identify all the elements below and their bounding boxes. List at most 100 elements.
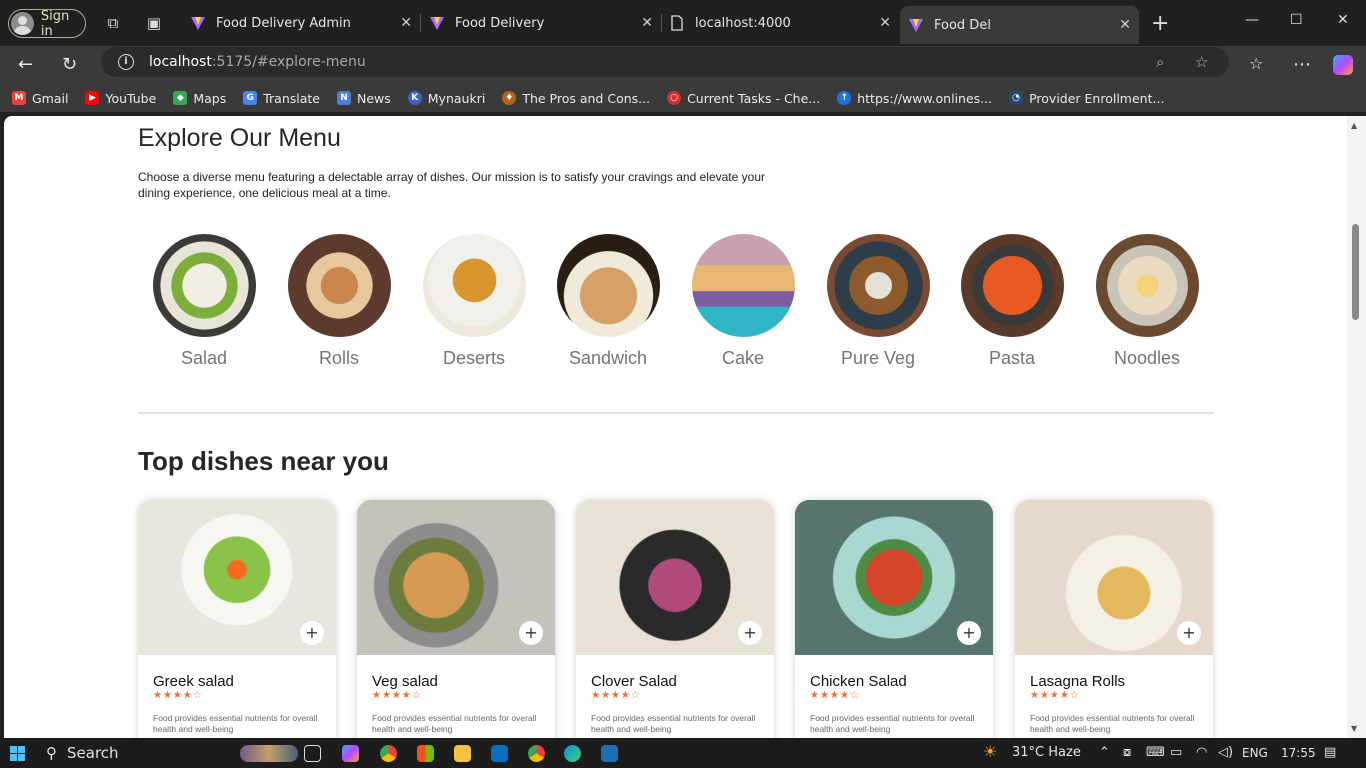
bookmark-current-tasks[interactable]: ○ Current Tasks - Che... [667,91,820,106]
page-document-icon [671,15,683,31]
chrome-profile-icon[interactable] [528,745,545,762]
food-description: Food provides essential nutrients for ov… [372,713,537,734]
food-card-clover-salad[interactable]: + Clover Salad ★★★★☆ Food provides essen… [576,500,774,738]
back-arrow-icon[interactable]: ← [18,54,33,75]
menu-category-rolls[interactable]: Rolls [287,234,391,369]
copilot-taskbar-icon[interactable] [342,745,359,762]
menu-category-pasta[interactable]: Pasta [960,234,1064,369]
category-label: Salad [180,348,228,368]
chrome-icon[interactable] [380,745,397,762]
add-to-cart-icon[interactable]: + [1177,621,1201,645]
food-card-lasagna-rolls[interactable]: + Lasagna Rolls ★★★★☆ Food provides esse… [1015,500,1213,738]
windows-start-icon[interactable] [10,746,25,761]
close-window-icon[interactable]: ✕ [1337,12,1349,28]
rating-stars: ★★★★☆ [810,690,860,701]
minimize-icon[interactable]: — [1245,12,1259,28]
food-name: Chicken Salad [810,673,907,690]
scroll-down-arrow-icon[interactable]: ▼ [1351,724,1357,733]
tab-food-delivery-admin[interactable]: Food Delivery Admin ✕ [182,8,421,38]
bookmark-mynaukri[interactable]: K Mynaukri [407,91,485,106]
tab-food-delivery[interactable]: Food Delivery ✕ [421,8,662,38]
bookmark-translate[interactable]: G Translate [243,91,320,106]
battery-icon[interactable]: ▭ [1170,745,1182,760]
food-card-chicken-salad[interactable]: + Chicken Salad ★★★★☆ Food provides esse… [795,500,993,738]
zoom-icon[interactable]: ⌕ [1156,53,1164,71]
food-card-greek-salad[interactable]: + Greek salad ★★★★☆ Food provides essent… [138,500,336,738]
tray-chevron-up-icon[interactable]: ⌃ [1099,745,1110,760]
widgets-search-highlight-icon[interactable] [240,745,298,762]
site-info-icon[interactable]: i [118,54,134,70]
greek-salad-image: + [138,500,336,655]
flame-icon: ♦ [502,91,517,105]
vscode-icon[interactable] [601,745,618,762]
add-to-cart-icon[interactable]: + [957,621,981,645]
task-view-icon[interactable] [304,745,321,762]
bookmark-maps[interactable]: ◆ Maps [173,91,226,106]
mail-icon[interactable] [491,745,508,762]
taskbar-search[interactable]: ⚲ Search [46,744,119,762]
add-to-cart-icon[interactable]: + [738,621,762,645]
menu-category-deserts[interactable]: Deserts [422,234,526,369]
sign-in-button[interactable]: Sign in [8,8,86,39]
microsoft-store-icon[interactable] [417,745,434,762]
tray-app-icon[interactable]: ⧇ [1123,745,1131,760]
tab-title: Food Delivery [455,15,545,31]
bookmark-onlines[interactable]: ↑ https://www.onlines... [837,91,992,106]
page-scrollbar[interactable]: ▲ ▼ [1347,116,1366,738]
edge-icon[interactable] [564,745,581,762]
language-indicator[interactable]: ENG [1242,746,1268,760]
settings-more-icon[interactable]: ⋯ [1293,54,1311,75]
tray-usb-icon[interactable]: ⌨ [1146,745,1165,760]
bookmark-youtube[interactable]: ▶ YouTube [85,91,156,106]
bookmark-label: https://www.onlines... [857,90,993,106]
category-label: Deserts [442,348,505,368]
weather-text[interactable]: 31°C Haze [1012,745,1081,760]
clock[interactable]: 17:55 [1281,746,1316,760]
close-tab-icon[interactable]: ✕ [400,15,412,31]
vite-favicon-icon [430,17,444,30]
menu-category-sandwich[interactable]: Sandwich [556,234,660,369]
menu-category-noodles[interactable]: Noodles [1095,234,1199,369]
cake-image [691,234,795,337]
food-description: Food provides essential nutrients for ov… [1030,713,1195,734]
new-tab-button[interactable]: + [1151,11,1169,36]
food-card-veg-salad[interactable]: + Veg salad ★★★★☆ Food provides essentia… [357,500,555,738]
bookmark-gmail[interactable]: M Gmail [12,91,68,106]
favorites-icon[interactable]: ☆ [1249,54,1263,73]
tab-food-del-active[interactable]: Food Del ✕ [900,6,1139,44]
sign-in-label: Sign in [40,8,70,39]
food-name: Lasagna Rolls [1030,673,1126,690]
add-to-cart-icon[interactable]: + [300,621,324,645]
favorite-star-icon[interactable]: ☆ [1195,53,1208,71]
wifi-icon[interactable]: ◠ [1196,745,1207,760]
close-tab-icon[interactable]: ✕ [879,15,891,31]
weather-icon[interactable]: ☀ [983,742,997,761]
menu-category-cake[interactable]: Cake [691,234,795,369]
close-tab-icon[interactable]: ✕ [641,15,653,31]
workspaces-icon[interactable]: ⧉ [104,14,122,32]
maximize-icon[interactable]: ☐ [1290,12,1303,28]
bookmark-pros-cons[interactable]: ♦ The Pros and Cons... [502,91,650,106]
refresh-icon[interactable]: ↻ [62,54,77,75]
close-tab-icon[interactable]: ✕ [1119,17,1131,33]
copilot-icon[interactable] [1333,55,1353,75]
volume-icon[interactable]: ◁) [1218,745,1233,760]
file-explorer-icon[interactable] [454,745,471,762]
tab-actions-icon[interactable]: ▣ [145,14,163,32]
search-icon: ⚲ [46,744,57,762]
menu-category-pure-veg[interactable]: Pure Veg [826,234,930,369]
bookmark-news[interactable]: N News [336,91,391,106]
scrollbar-thumb[interactable] [1352,224,1359,320]
add-to-cart-icon[interactable]: + [519,621,543,645]
vite-favicon-icon [191,17,205,30]
tab-localhost-4000[interactable]: localhost:4000 ✕ [661,8,899,38]
scroll-up-arrow-icon[interactable]: ▲ [1351,121,1357,130]
explore-menu-description: Choose a diverse menu featuring a delect… [138,170,765,200]
bookmark-provider-enrollment[interactable]: ◔ Provider Enrollment... [1009,91,1164,106]
address-bar[interactable]: i localhost:5175/#explore-menu ⌕ ☆ [101,47,1229,77]
notifications-icon[interactable]: ▤ [1324,745,1336,760]
rating-stars: ★★★★☆ [153,690,203,701]
url-host: localhost [149,54,212,70]
deserts-image [422,234,526,337]
menu-category-salad[interactable]: Salad [152,234,256,369]
